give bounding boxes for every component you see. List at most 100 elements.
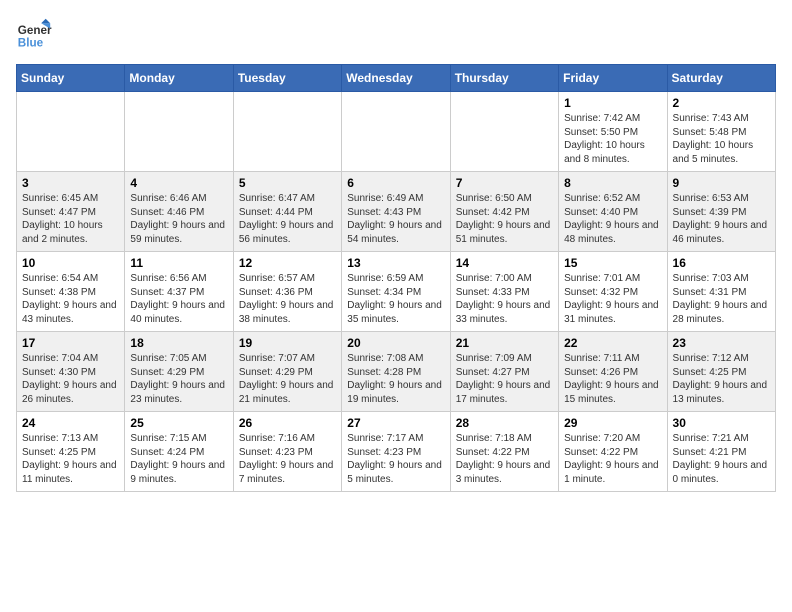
calendar-week: 10 Sunrise: 6:54 AM Sunset: 4:38 PM Dayli… xyxy=(17,252,776,332)
calendar-cell xyxy=(342,92,450,172)
day-number: 8 xyxy=(564,176,661,190)
day-info: Sunrise: 7:15 AM Sunset: 4:24 PM Dayligh… xyxy=(130,432,227,486)
day-number: 3 xyxy=(22,176,119,190)
calendar-week: 3 Sunrise: 6:45 AM Sunset: 4:47 PM Daylig… xyxy=(17,172,776,252)
day-number: 4 xyxy=(130,176,227,190)
day-number: 25 xyxy=(130,416,227,430)
calendar-header: SundayMondayTuesdayWednesdayThursdayFrid… xyxy=(17,65,776,92)
day-info: Sunrise: 7:03 AM Sunset: 4:31 PM Dayligh… xyxy=(673,272,770,326)
calendar-cell: 15 Sunrise: 7:01 AM Sunset: 4:32 PM Dayli… xyxy=(559,252,667,332)
day-number: 28 xyxy=(456,416,553,430)
calendar-cell: 3 Sunrise: 6:45 AM Sunset: 4:47 PM Daylig… xyxy=(17,172,125,252)
day-number: 7 xyxy=(456,176,553,190)
weekday-header: Thursday xyxy=(450,65,558,92)
calendar-cell: 13 Sunrise: 6:59 AM Sunset: 4:34 PM Dayli… xyxy=(342,252,450,332)
day-number: 21 xyxy=(456,336,553,350)
calendar-body: 1Sunrise: 7:42 AM Sunset: 5:50 PM Daylig… xyxy=(17,92,776,492)
calendar-cell: 17 Sunrise: 7:04 AM Sunset: 4:30 PM Dayli… xyxy=(17,332,125,412)
day-number: 29 xyxy=(564,416,661,430)
day-info: Sunrise: 7:00 AM Sunset: 4:33 PM Dayligh… xyxy=(456,272,553,326)
day-info: Sunrise: 6:46 AM Sunset: 4:46 PM Dayligh… xyxy=(130,192,227,246)
calendar-cell: 20 Sunrise: 7:08 AM Sunset: 4:28 PM Dayli… xyxy=(342,332,450,412)
calendar-cell xyxy=(17,92,125,172)
day-info: Sunrise: 7:07 AM Sunset: 4:29 PM Dayligh… xyxy=(239,352,336,406)
weekday-header: Sunday xyxy=(17,65,125,92)
day-number: 20 xyxy=(347,336,444,350)
calendar-cell: 30 Sunrise: 7:21 AM Sunset: 4:21 PM Dayli… xyxy=(667,412,775,492)
day-info: Sunrise: 7:20 AM Sunset: 4:22 PM Dayligh… xyxy=(564,432,661,486)
calendar-cell: 7 Sunrise: 6:50 AM Sunset: 4:42 PM Daylig… xyxy=(450,172,558,252)
day-number: 15 xyxy=(564,256,661,270)
day-info: Sunrise: 7:12 AM Sunset: 4:25 PM Dayligh… xyxy=(673,352,770,406)
day-number: 27 xyxy=(347,416,444,430)
day-info: Sunrise: 6:49 AM Sunset: 4:43 PM Dayligh… xyxy=(347,192,444,246)
day-number: 26 xyxy=(239,416,336,430)
day-info: Sunrise: 6:47 AM Sunset: 4:44 PM Dayligh… xyxy=(239,192,336,246)
calendar-cell: 5 Sunrise: 6:47 AM Sunset: 4:44 PM Daylig… xyxy=(233,172,341,252)
calendar-cell: 23 Sunrise: 7:12 AM Sunset: 4:25 PM Dayli… xyxy=(667,332,775,412)
calendar: SundayMondayTuesdayWednesdayThursdayFrid… xyxy=(16,64,776,492)
day-info: Sunrise: 7:17 AM Sunset: 4:23 PM Dayligh… xyxy=(347,432,444,486)
calendar-cell: 12Sunrise: 6:57 AM Sunset: 4:36 PM Dayli… xyxy=(233,252,341,332)
weekday-header: Wednesday xyxy=(342,65,450,92)
calendar-cell: 24 Sunrise: 7:13 AM Sunset: 4:25 PM Dayli… xyxy=(17,412,125,492)
day-info: Sunrise: 7:21 AM Sunset: 4:21 PM Dayligh… xyxy=(673,432,770,486)
day-number: 11 xyxy=(130,256,227,270)
calendar-cell: 9 Sunrise: 6:53 AM Sunset: 4:39 PM Daylig… xyxy=(667,172,775,252)
day-number: 23 xyxy=(673,336,770,350)
day-number: 13 xyxy=(347,256,444,270)
day-number: 22 xyxy=(564,336,661,350)
calendar-cell: 26 Sunrise: 7:16 AM Sunset: 4:23 PM Dayli… xyxy=(233,412,341,492)
day-number: 9 xyxy=(673,176,770,190)
weekday-header: Saturday xyxy=(667,65,775,92)
day-info: Sunrise: 6:45 AM Sunset: 4:47 PM Dayligh… xyxy=(22,192,119,246)
weekday-header: Tuesday xyxy=(233,65,341,92)
day-info: Sunrise: 7:04 AM Sunset: 4:30 PM Dayligh… xyxy=(22,352,119,406)
day-number: 16 xyxy=(673,256,770,270)
logo: General Blue xyxy=(16,16,52,52)
weekday-header: Friday xyxy=(559,65,667,92)
logo-icon: General Blue xyxy=(16,16,52,52)
calendar-cell xyxy=(233,92,341,172)
day-info: Sunrise: 7:18 AM Sunset: 4:22 PM Dayligh… xyxy=(456,432,553,486)
day-info: Sunrise: 7:01 AM Sunset: 4:32 PM Dayligh… xyxy=(564,272,661,326)
calendar-cell xyxy=(125,92,233,172)
day-info: Sunrise: 6:50 AM Sunset: 4:42 PM Dayligh… xyxy=(456,192,553,246)
day-info: Sunrise: 7:08 AM Sunset: 4:28 PM Dayligh… xyxy=(347,352,444,406)
calendar-cell: 22 Sunrise: 7:11 AM Sunset: 4:26 PM Dayli… xyxy=(559,332,667,412)
calendar-cell: 14Sunrise: 7:00 AM Sunset: 4:33 PM Dayli… xyxy=(450,252,558,332)
svg-text:Blue: Blue xyxy=(18,37,44,50)
calendar-cell: 21Sunrise: 7:09 AM Sunset: 4:27 PM Dayli… xyxy=(450,332,558,412)
day-info: Sunrise: 6:57 AM Sunset: 4:36 PM Dayligh… xyxy=(239,272,336,326)
day-number: 6 xyxy=(347,176,444,190)
day-number: 5 xyxy=(239,176,336,190)
weekday-header: Monday xyxy=(125,65,233,92)
day-info: Sunrise: 7:11 AM Sunset: 4:26 PM Dayligh… xyxy=(564,352,661,406)
calendar-cell: 27 Sunrise: 7:17 AM Sunset: 4:23 PM Dayli… xyxy=(342,412,450,492)
day-number: 24 xyxy=(22,416,119,430)
day-info: Sunrise: 6:56 AM Sunset: 4:37 PM Dayligh… xyxy=(130,272,227,326)
day-info: Sunrise: 6:53 AM Sunset: 4:39 PM Dayligh… xyxy=(673,192,770,246)
day-info: Sunrise: 7:05 AM Sunset: 4:29 PM Dayligh… xyxy=(130,352,227,406)
calendar-cell: 6 Sunrise: 6:49 AM Sunset: 4:43 PM Daylig… xyxy=(342,172,450,252)
day-number: 10 xyxy=(22,256,119,270)
calendar-week: 1Sunrise: 7:42 AM Sunset: 5:50 PM Daylig… xyxy=(17,92,776,172)
calendar-cell: 8 Sunrise: 6:52 AM Sunset: 4:40 PM Daylig… xyxy=(559,172,667,252)
header: General Blue xyxy=(16,16,776,52)
day-info: Sunrise: 7:16 AM Sunset: 4:23 PM Dayligh… xyxy=(239,432,336,486)
day-number: 17 xyxy=(22,336,119,350)
day-number: 30 xyxy=(673,416,770,430)
calendar-cell: 19 Sunrise: 7:07 AM Sunset: 4:29 PM Dayli… xyxy=(233,332,341,412)
day-number: 2 xyxy=(673,96,770,110)
day-info: Sunrise: 6:59 AM Sunset: 4:34 PM Dayligh… xyxy=(347,272,444,326)
day-info: Sunrise: 7:13 AM Sunset: 4:25 PM Dayligh… xyxy=(22,432,119,486)
day-number: 19 xyxy=(239,336,336,350)
calendar-cell: 29 Sunrise: 7:20 AM Sunset: 4:22 PM Dayli… xyxy=(559,412,667,492)
day-info: Sunrise: 6:52 AM Sunset: 4:40 PM Dayligh… xyxy=(564,192,661,246)
day-info: Sunrise: 7:42 AM Sunset: 5:50 PM Dayligh… xyxy=(564,112,661,166)
calendar-cell: 4 Sunrise: 6:46 AM Sunset: 4:46 PM Daylig… xyxy=(125,172,233,252)
calendar-cell xyxy=(450,92,558,172)
calendar-week: 24 Sunrise: 7:13 AM Sunset: 4:25 PM Dayli… xyxy=(17,412,776,492)
day-info: Sunrise: 6:54 AM Sunset: 4:38 PM Dayligh… xyxy=(22,272,119,326)
calendar-cell: 16 Sunrise: 7:03 AM Sunset: 4:31 PM Dayli… xyxy=(667,252,775,332)
